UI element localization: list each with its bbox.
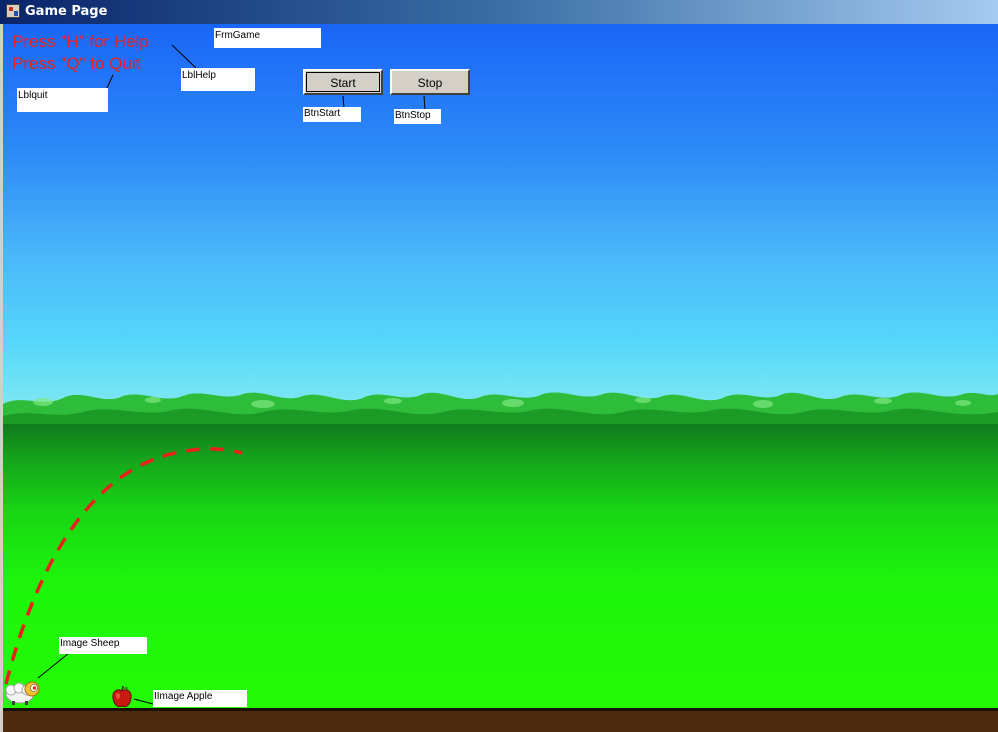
app-icon[interactable] <box>6 4 20 18</box>
sheep-icon[interactable] <box>3 678 43 706</box>
grass-field <box>3 424 998 709</box>
image-apple-label: IImage Apple <box>153 690 247 707</box>
window-title: Game Page <box>25 4 108 19</box>
start-button[interactable]: Start <box>303 69 383 95</box>
frmgame-label: FrmGame <box>214 28 321 48</box>
dirt-ground <box>3 708 998 732</box>
stop-button[interactable]: Stop <box>390 69 470 95</box>
title-bar[interactable]: Game Page <box>0 0 998 24</box>
lblhelp-label: LblHelp <box>181 68 255 91</box>
quit-instruction-label: Press "Q" to Quit <box>12 54 141 73</box>
apple-icon[interactable] <box>110 685 134 709</box>
btnstart-label: BtnStart <box>303 107 361 122</box>
help-instruction-label: Press "H" for Help <box>12 32 149 51</box>
game-window: Game Page Press "H" for Help Press "Q" t… <box>0 0 998 732</box>
game-canvas[interactable] <box>3 24 998 732</box>
btnstop-label: BtnStop <box>394 109 441 124</box>
image-sheep-label: Image Sheep <box>59 637 147 654</box>
lblquit-label: Lblquit <box>17 88 108 112</box>
